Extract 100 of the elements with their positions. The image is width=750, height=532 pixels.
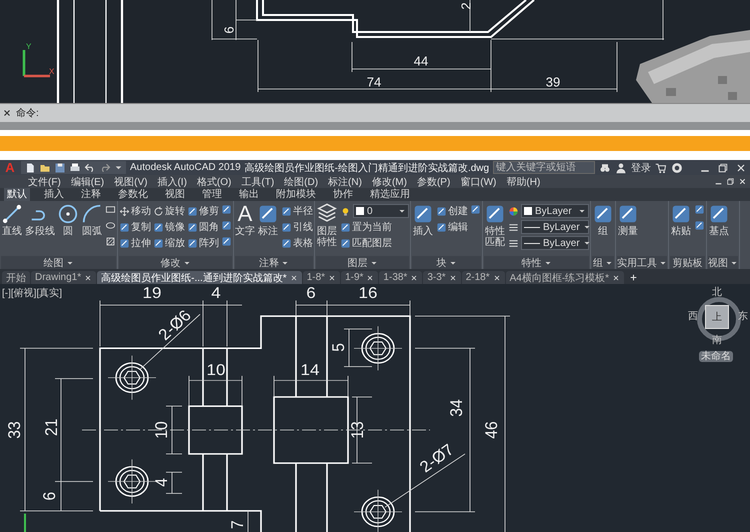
ribbon-tool-button[interactable]: 圆 xyxy=(57,203,79,237)
ribbon-tool-button[interactable]: 标注 xyxy=(257,203,279,237)
property-dropdown[interactable]: ByLayer xyxy=(521,236,589,250)
save-icon[interactable] xyxy=(54,162,66,174)
panel-title-button[interactable]: 视图 xyxy=(708,256,738,269)
ribbon-icon-button[interactable] xyxy=(694,204,705,215)
ribbon-tool-button[interactable]: 修剪 xyxy=(187,204,219,218)
document-tab[interactable]: 1-8* xyxy=(302,271,340,284)
document-tab[interactable]: 开始 xyxy=(2,271,30,284)
document-tab[interactable]: 高级绘图员作业图纸-...通到进阶实战篇改* xyxy=(97,271,302,284)
ribbon-tool-button[interactable]: 创建 xyxy=(436,204,468,218)
document-tab[interactable]: 1-38* xyxy=(379,271,422,284)
ribbon-icon-button[interactable] xyxy=(105,220,116,231)
ribbon-tool-button[interactable]: 多段线 xyxy=(25,203,55,237)
document-tab[interactable]: Drawing1* xyxy=(31,271,96,284)
ribbon-tool-button[interactable]: 图层特性 xyxy=(316,203,338,248)
ribbon-tool-button[interactable]: 圆弧 xyxy=(81,203,103,237)
panel-title-button[interactable]: 注释 xyxy=(235,256,313,269)
document-tab[interactable]: A4横向图框-练习模板* xyxy=(506,271,624,284)
document-tab[interactable]: 1-9* xyxy=(341,271,378,284)
ribbon-tool-button[interactable]: 测量 xyxy=(617,203,639,237)
panel-title-button[interactable]: 剪贴板 xyxy=(670,256,705,269)
layer-dropdown[interactable]: 0 xyxy=(353,204,409,218)
compass-label[interactable]: 东 xyxy=(738,312,748,322)
user-icon[interactable] xyxy=(615,162,628,174)
menu-item[interactable]: 编辑(E) xyxy=(70,174,104,188)
menu-item[interactable]: 格式(O) xyxy=(196,174,232,188)
ribbon-tool-button[interactable]: 插入 xyxy=(412,203,434,237)
panel-title-button[interactable]: 修改 xyxy=(119,256,232,269)
ribbon-tool-button[interactable]: 引线 xyxy=(281,220,313,234)
menu-item[interactable]: 参数(P) xyxy=(416,174,450,188)
panel-title-button[interactable]: 绘图 xyxy=(1,256,116,269)
panel-title-button[interactable]: 组 xyxy=(592,256,614,269)
ribbon-tool-button[interactable]: 特性匹配 xyxy=(484,203,506,248)
ribbon-tab[interactable]: 视图 xyxy=(162,188,188,201)
ribbon-tool-button[interactable]: 拉伸 xyxy=(119,236,151,250)
printer-icon[interactable] xyxy=(69,162,81,174)
ribbon-tool-button[interactable]: 粘贴 xyxy=(670,203,692,237)
panel-title-button[interactable]: 实用工具 xyxy=(617,256,667,269)
ribbon-icon-button[interactable] xyxy=(694,220,705,231)
view-name-button[interactable]: 未命名 xyxy=(699,351,733,362)
ribbon-tab[interactable]: 插入 xyxy=(41,188,67,201)
ribbon-tool-button[interactable]: 阵列 xyxy=(187,236,219,250)
panel-title-button[interactable]: 块 xyxy=(412,256,481,269)
restore-icon[interactable] xyxy=(726,177,735,186)
menu-item[interactable]: 修改(M) xyxy=(372,174,407,188)
property-dropdown[interactable]: ByLayer xyxy=(521,220,589,234)
viewcube-face[interactable]: 上 xyxy=(705,305,729,329)
menu-item[interactable]: 工具(T) xyxy=(241,174,274,188)
property-dropdown[interactable]: ByLayer xyxy=(521,204,589,218)
document-tab[interactable]: 2-18* xyxy=(462,271,505,284)
ribbon-tab[interactable]: 管理 xyxy=(199,188,225,201)
ribbon-icon-button[interactable] xyxy=(105,236,116,247)
panel-title-button[interactable]: 特性 xyxy=(484,256,589,269)
ribbon-tool-button[interactable]: 置为当前 xyxy=(340,220,409,234)
close-icon[interactable] xyxy=(2,108,12,118)
ribbon-icon-button[interactable] xyxy=(221,236,232,247)
menu-item[interactable]: 文件(F) xyxy=(28,174,61,188)
ribbon-tool-button[interactable]: 复制 xyxy=(119,220,151,234)
ribbon-tool-button[interactable]: 旋转 xyxy=(153,204,185,218)
menu-item[interactable]: 窗口(W) xyxy=(460,174,496,188)
ribbon-tool-button[interactable]: 组 xyxy=(592,203,614,237)
redo-icon[interactable] xyxy=(99,162,111,174)
ribbon-tab[interactable]: 注释 xyxy=(78,188,104,201)
ribbon-tool-button[interactable]: 镜像 xyxy=(153,220,185,234)
cart-icon[interactable] xyxy=(655,162,668,174)
restore-icon[interactable] xyxy=(717,162,729,174)
ribbon-tool-button[interactable]: A 文字 xyxy=(235,203,255,237)
ribbon-icon-button[interactable] xyxy=(105,204,116,215)
ribbon-tool-button[interactable]: 圆角 xyxy=(187,220,219,234)
ribbon-tab[interactable]: 附加模块 xyxy=(273,188,319,201)
ribbon-tab[interactable]: 输出 xyxy=(236,188,262,201)
document-tab[interactable]: 3-3* xyxy=(423,271,461,284)
menu-item[interactable]: 标注(N) xyxy=(328,174,362,188)
ribbon-icon-button[interactable] xyxy=(221,220,232,231)
ribbon-tab[interactable]: 默认 xyxy=(4,188,30,201)
viewport-label[interactable]: [-][俯视][真实] xyxy=(2,286,62,300)
menu-item[interactable]: 视图(V) xyxy=(114,174,148,188)
ribbon-tool-button[interactable]: 移动 xyxy=(119,204,151,218)
compass-label[interactable]: 北 xyxy=(712,288,722,298)
menu-item[interactable]: 插入(I) xyxy=(157,174,187,188)
ribbon-tab[interactable]: 精选应用 xyxy=(367,188,413,201)
ribbon-tab[interactable]: 协作 xyxy=(330,188,356,201)
undo-icon[interactable] xyxy=(84,162,96,174)
ribbon-tool-button[interactable]: 直线 xyxy=(1,203,23,237)
close-icon[interactable] xyxy=(735,162,747,174)
ribbon-tool-button[interactable]: 基点 xyxy=(708,203,730,237)
menu-item[interactable]: 帮助(H) xyxy=(506,174,540,188)
login-button[interactable]: 登录 xyxy=(631,160,652,174)
ribbon-tab[interactable]: 参数化 xyxy=(115,188,151,201)
ribbon-tool-button[interactable]: 编辑 xyxy=(436,220,468,234)
menu-item[interactable]: 绘图(D) xyxy=(284,174,318,188)
ribbon-tool-button[interactable]: 表格 xyxy=(281,236,313,250)
ribbon-tool-button[interactable]: 匹配图层 xyxy=(340,236,409,250)
ribbon-tool-button[interactable]: 半径 xyxy=(281,204,313,218)
ribbon-tool-button[interactable]: 缩放 xyxy=(153,236,185,250)
ribbon-icon-button[interactable] xyxy=(221,204,232,215)
binoculars-icon[interactable] xyxy=(599,162,612,174)
panel-title-button[interactable]: 图层 xyxy=(316,256,409,269)
compass-label[interactable]: 西 xyxy=(688,312,698,322)
